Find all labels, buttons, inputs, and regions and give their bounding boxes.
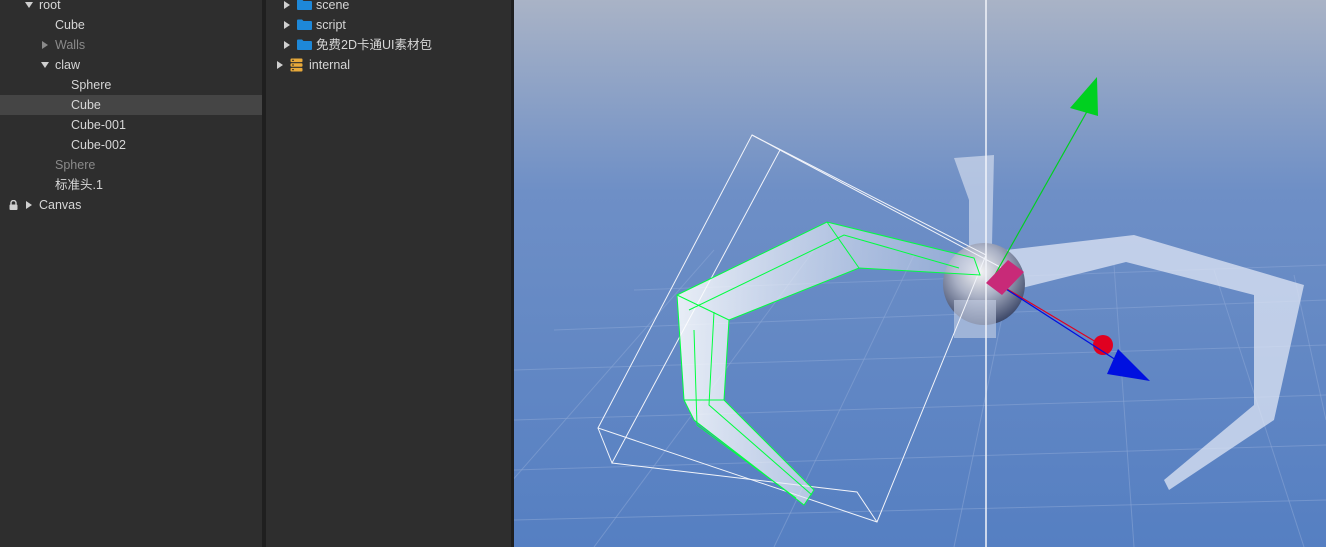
folder-icon [297, 0, 312, 10]
tree-node-canvas[interactable]: Canvas [0, 195, 262, 215]
scene-view[interactable] [514, 0, 1326, 547]
tree-node-label: Cube-002 [71, 138, 126, 152]
tree-node-label: Sphere [71, 78, 112, 92]
asset-folder-script[interactable]: script [266, 15, 511, 35]
tree-node-cube-selected[interactable]: Cube [0, 95, 262, 115]
asset-label: scene [316, 0, 350, 12]
collapse-arrow-icon[interactable] [284, 41, 290, 49]
expand-arrow-icon[interactable] [25, 2, 33, 8]
tree-node-cube-001[interactable]: Cube-001 [0, 115, 262, 135]
tree-node-walls[interactable]: Walls [0, 35, 262, 55]
asset-label: 免费2D卡通UI素材包 [316, 38, 432, 52]
tree-node-label: root [39, 0, 61, 12]
asset-folder-ui-pack[interactable]: 免费2D卡通UI素材包 [266, 35, 511, 55]
tree-node-root[interactable]: root [0, 0, 262, 15]
asset-label: script [316, 18, 346, 32]
tree-node-label: Cube [71, 98, 101, 112]
database-icon [290, 58, 303, 72]
lock-icon[interactable] [9, 200, 18, 210]
tree-node-standard-head[interactable]: 标准头.1 [0, 175, 262, 195]
expand-arrow-icon[interactable] [41, 62, 49, 68]
collapse-arrow-icon[interactable] [284, 1, 290, 9]
tree-node-label: Sphere [55, 158, 96, 172]
collapse-arrow-icon[interactable] [26, 201, 32, 209]
tree-node-sphere[interactable]: Sphere [0, 75, 262, 95]
scene-viewport-canvas[interactable] [514, 0, 1326, 547]
tree-node-label: Canvas [39, 198, 82, 212]
tree-node-label: Walls [55, 38, 86, 52]
asset-folder-scene[interactable]: scene [266, 0, 511, 15]
tree-node-label: 标准头.1 [55, 178, 103, 192]
hierarchy-panel: root Cube Walls claw Sphere Cube Cube-00… [0, 0, 262, 547]
tree-node-cube-002[interactable]: Cube-002 [0, 135, 262, 155]
tree-node-label: Cube-001 [71, 118, 126, 132]
folder-icon [297, 39, 312, 50]
asset-db-internal[interactable]: internal [266, 55, 511, 75]
asset-label: internal [309, 58, 350, 72]
tree-node-cube[interactable]: Cube [0, 15, 262, 35]
collapse-arrow-icon[interactable] [277, 61, 283, 69]
tree-node-label: claw [55, 58, 81, 72]
folder-icon [297, 19, 312, 30]
collapse-arrow-icon[interactable] [284, 21, 290, 29]
collapse-arrow-icon[interactable] [42, 41, 48, 49]
tree-node-label: Cube [55, 18, 85, 32]
tree-node-claw[interactable]: claw [0, 55, 262, 75]
assets-panel: scene script 免费2D卡通UI素材包 internal [266, 0, 511, 547]
tree-node-sphere-inactive[interactable]: Sphere [0, 155, 262, 175]
